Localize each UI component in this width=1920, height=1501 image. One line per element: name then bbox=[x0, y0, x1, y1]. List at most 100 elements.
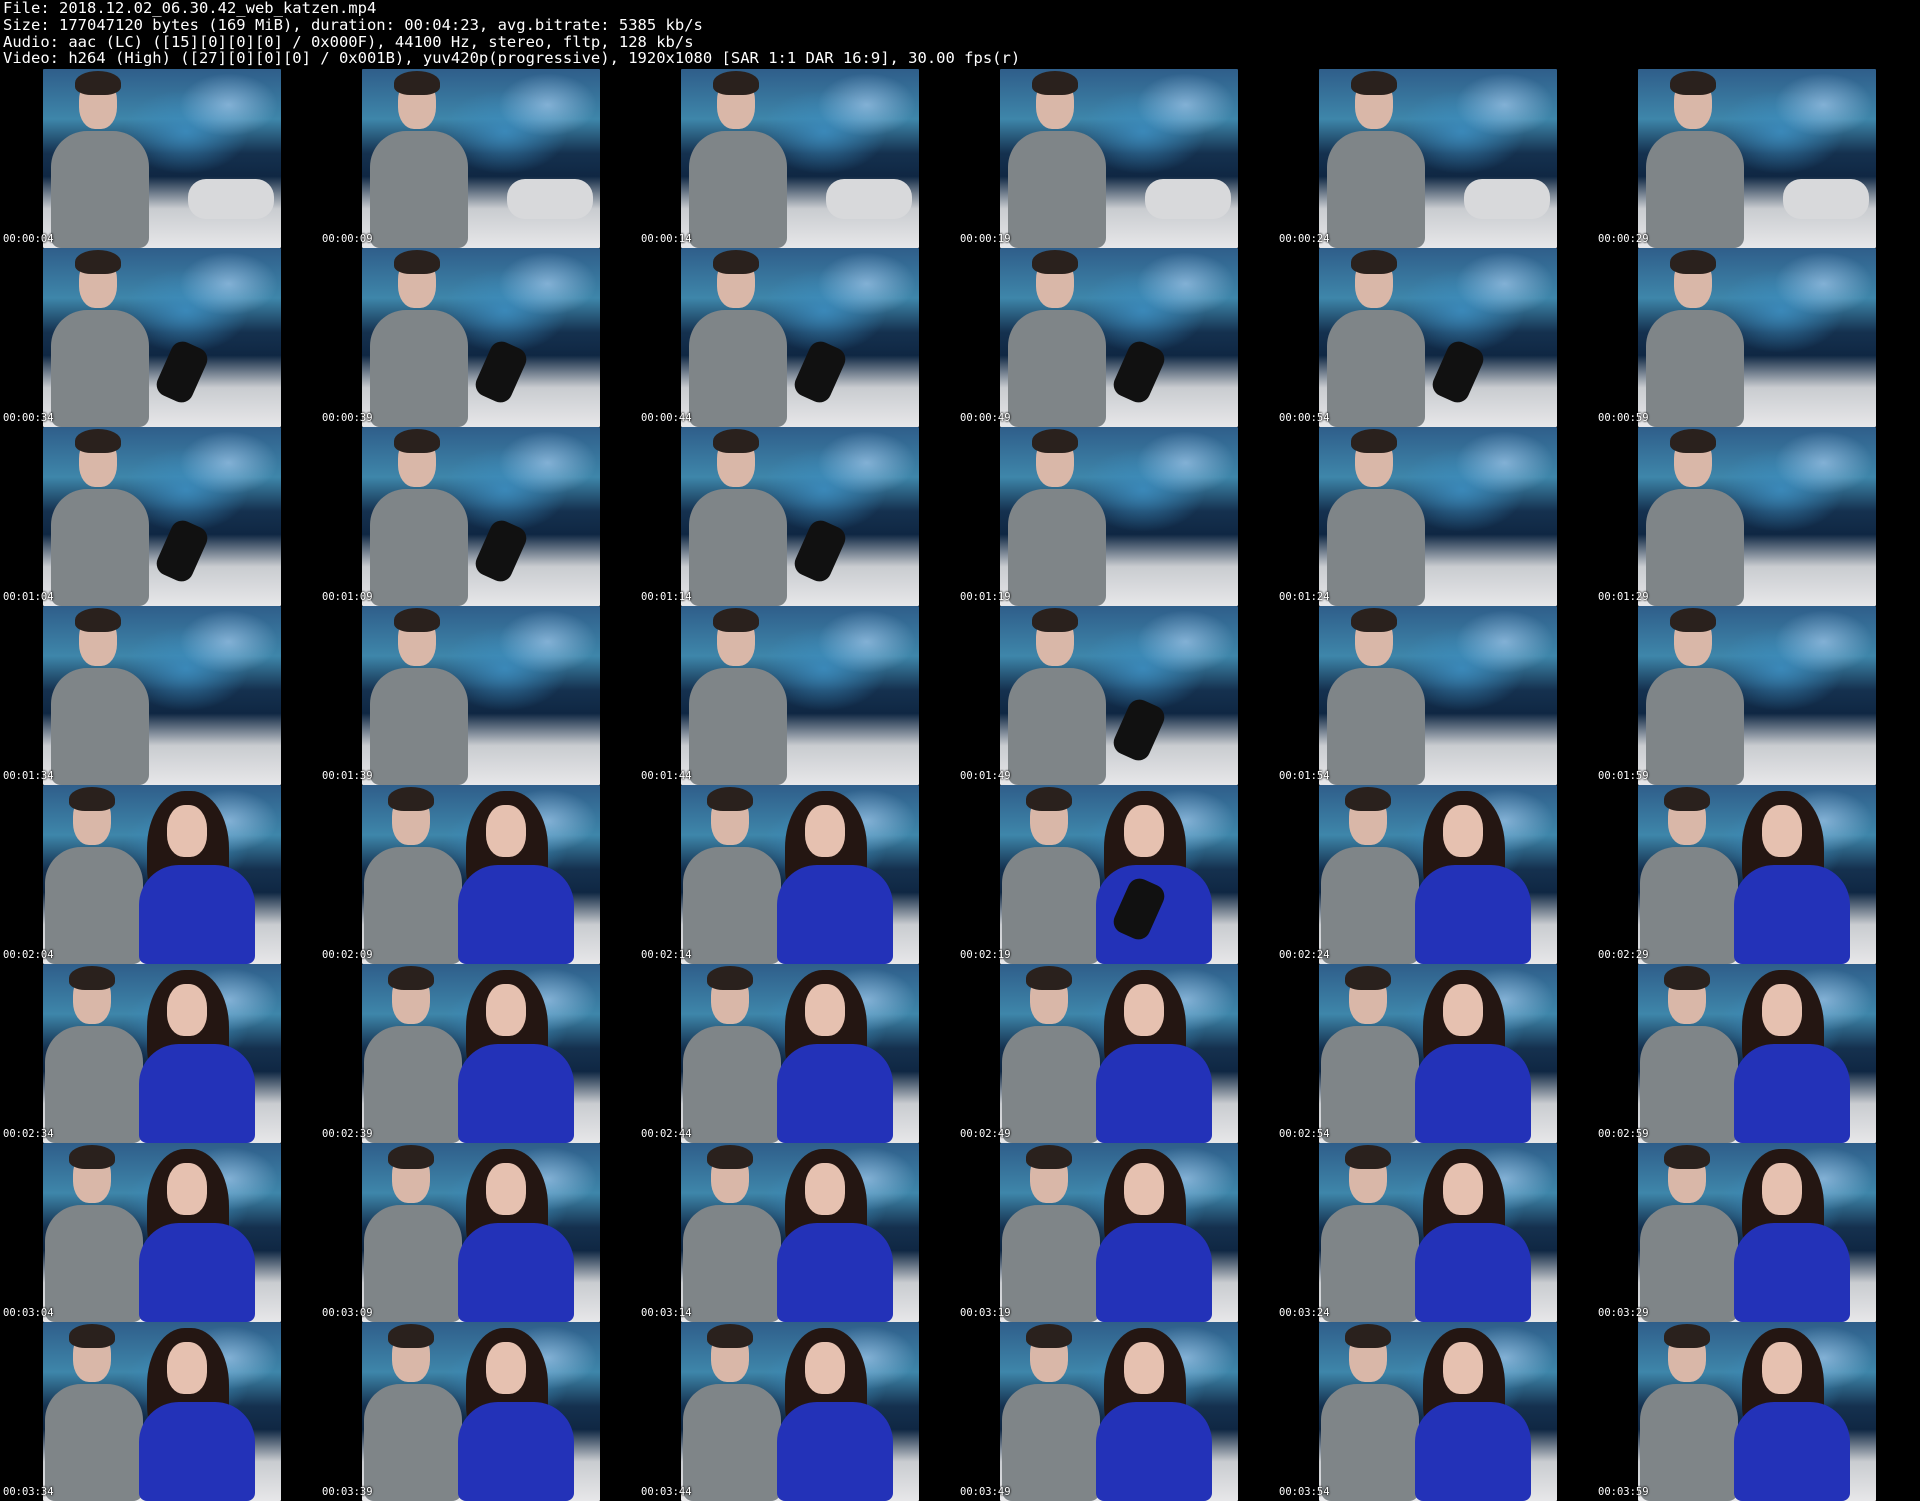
socks-shape bbox=[790, 337, 850, 407]
socks-shape bbox=[1109, 337, 1169, 407]
frame-timestamp: 00:02:19 bbox=[960, 949, 1011, 961]
thumbnail-cell: 00:03:39 bbox=[319, 1322, 638, 1501]
person-figure bbox=[370, 250, 468, 427]
video-frame-thumbnail bbox=[362, 785, 600, 964]
frame-timestamp: 00:01:59 bbox=[1598, 770, 1649, 782]
person-figure-2 bbox=[767, 970, 895, 1143]
frame-timestamp: 00:01:44 bbox=[641, 770, 692, 782]
video-frame-thumbnail bbox=[1319, 69, 1557, 248]
frame-timestamp: 00:00:54 bbox=[1279, 412, 1330, 424]
person-figure-2 bbox=[129, 1328, 257, 1501]
video-frame-thumbnail bbox=[43, 248, 281, 427]
thumbnail-cell: 00:00:04 bbox=[0, 69, 319, 248]
video-frame-thumbnail bbox=[1319, 248, 1557, 427]
frame-timestamp: 00:02:29 bbox=[1598, 949, 1649, 961]
thumbnail-cell: 00:00:14 bbox=[638, 69, 957, 248]
video-frame-thumbnail bbox=[1000, 606, 1238, 785]
person-figure-2 bbox=[1724, 970, 1852, 1143]
person-figure bbox=[370, 608, 468, 785]
person-figure bbox=[683, 966, 781, 1143]
person-figure bbox=[1008, 250, 1106, 427]
frame-timestamp: 00:01:09 bbox=[322, 591, 373, 603]
frame-timestamp: 00:00:34 bbox=[3, 412, 54, 424]
thumbnail-cell: 00:02:54 bbox=[1276, 964, 1595, 1143]
thumbnail-cell: 00:03:19 bbox=[957, 1143, 1276, 1322]
person-figure-2 bbox=[1405, 1149, 1533, 1322]
thumbnail-cell: 00:00:49 bbox=[957, 248, 1276, 427]
person-figure-2 bbox=[448, 1149, 576, 1322]
person-figure bbox=[683, 1145, 781, 1322]
video-frame-thumbnail bbox=[1000, 248, 1238, 427]
video-frame-thumbnail bbox=[1000, 964, 1238, 1143]
thumbnail-cell: 00:01:54 bbox=[1276, 606, 1595, 785]
socks-shape bbox=[790, 516, 850, 586]
legs-shape bbox=[507, 179, 593, 219]
video-frame-thumbnail bbox=[1319, 1143, 1557, 1322]
person-figure bbox=[683, 1324, 781, 1501]
person-figure bbox=[45, 1145, 143, 1322]
video-frame-thumbnail bbox=[681, 248, 919, 427]
video-frame-thumbnail bbox=[1638, 427, 1876, 606]
video-frame-thumbnail bbox=[1638, 69, 1876, 248]
video-frame-thumbnail bbox=[681, 69, 919, 248]
socks-shape bbox=[1109, 695, 1169, 765]
thumbnail-cell: 00:02:09 bbox=[319, 785, 638, 964]
thumbnail-cell: 00:00:59 bbox=[1595, 248, 1914, 427]
frame-timestamp: 00:00:09 bbox=[322, 233, 373, 245]
frame-timestamp: 00:02:24 bbox=[1279, 949, 1330, 961]
thumbnail-cell: 00:01:59 bbox=[1595, 606, 1914, 785]
frame-timestamp: 00:02:54 bbox=[1279, 1128, 1330, 1140]
frame-timestamp: 00:02:09 bbox=[322, 949, 373, 961]
person-figure-2 bbox=[1086, 1149, 1214, 1322]
video-frame-thumbnail bbox=[43, 1143, 281, 1322]
person-figure bbox=[1321, 966, 1419, 1143]
video-frame-thumbnail bbox=[1000, 1322, 1238, 1501]
thumbnail-cell: 00:01:19 bbox=[957, 427, 1276, 606]
video-frame-thumbnail bbox=[362, 964, 600, 1143]
thumbnail-cell: 00:01:34 bbox=[0, 606, 319, 785]
person-figure bbox=[1008, 429, 1106, 606]
video-frame-thumbnail bbox=[362, 606, 600, 785]
video-frame-thumbnail bbox=[681, 785, 919, 964]
person-figure bbox=[1640, 966, 1738, 1143]
person-figure-2 bbox=[767, 1328, 895, 1501]
person-figure bbox=[1002, 966, 1100, 1143]
thumbnail-cell: 00:03:54 bbox=[1276, 1322, 1595, 1501]
person-figure-2 bbox=[1405, 970, 1533, 1143]
video-frame-thumbnail bbox=[1638, 606, 1876, 785]
person-figure bbox=[364, 1324, 462, 1501]
video-frame-thumbnail bbox=[1638, 1322, 1876, 1501]
video-frame-thumbnail bbox=[1319, 427, 1557, 606]
thumbnail-grid: 00:00:04 00:00:09 00:00:14 00:00:19 00:00:24… bbox=[0, 0, 1920, 1501]
frame-timestamp: 00:01:04 bbox=[3, 591, 54, 603]
frame-timestamp: 00:01:39 bbox=[322, 770, 373, 782]
frame-timestamp: 00:03:14 bbox=[641, 1307, 692, 1319]
video-frame-thumbnail bbox=[681, 1143, 919, 1322]
person-figure bbox=[45, 1324, 143, 1501]
thumbnail-cell: 00:01:39 bbox=[319, 606, 638, 785]
person-figure bbox=[1646, 608, 1744, 785]
thumbnail-cell: 00:00:44 bbox=[638, 248, 957, 427]
person-figure bbox=[364, 787, 462, 964]
person-figure bbox=[1640, 1324, 1738, 1501]
thumbnail-cell: 00:02:04 bbox=[0, 785, 319, 964]
person-figure bbox=[51, 250, 149, 427]
thumbnail-cell: 00:02:34 bbox=[0, 964, 319, 1143]
person-figure bbox=[1002, 787, 1100, 964]
thumbnail-cell: 00:02:39 bbox=[319, 964, 638, 1143]
frame-timestamp: 00:00:39 bbox=[322, 412, 373, 424]
thumbnail-cell: 00:01:49 bbox=[957, 606, 1276, 785]
frame-timestamp: 00:03:24 bbox=[1279, 1307, 1330, 1319]
frame-timestamp: 00:00:04 bbox=[3, 233, 54, 245]
person-figure bbox=[1002, 1145, 1100, 1322]
thumbnail-cell: 00:03:24 bbox=[1276, 1143, 1595, 1322]
frame-timestamp: 00:03:59 bbox=[1598, 1486, 1649, 1498]
frame-timestamp: 00:01:24 bbox=[1279, 591, 1330, 603]
frame-timestamp: 00:03:19 bbox=[960, 1307, 1011, 1319]
video-frame-thumbnail bbox=[43, 1322, 281, 1501]
video-frame-thumbnail bbox=[681, 1322, 919, 1501]
video-frame-thumbnail bbox=[681, 427, 919, 606]
thumbnail-cell: 00:01:44 bbox=[638, 606, 957, 785]
person-figure-2 bbox=[1086, 791, 1214, 964]
person-figure bbox=[370, 71, 468, 248]
